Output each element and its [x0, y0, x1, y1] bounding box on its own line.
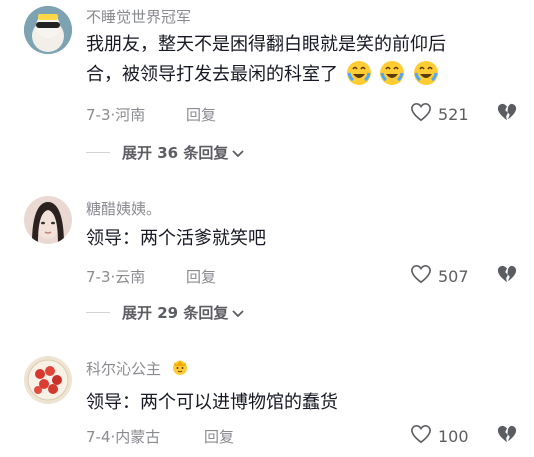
like-count: 100 [438, 426, 469, 446]
crown-icon [170, 356, 190, 380]
comment-text: 我朋友，整天不是困得翻白眼就是笑的前仰后 合，被领导打发去最闲的科室了 [86, 30, 506, 96]
heart-icon [410, 102, 432, 126]
username[interactable]: 不睡觉世界冠军 [86, 6, 191, 27]
comment-text: 领导：两个可以进博物馆的蠢货 [86, 392, 338, 413]
comment-meta: 7-3·云南 [86, 266, 145, 287]
broken-heart-icon [496, 265, 518, 288]
dislike-button[interactable] [496, 264, 518, 288]
avatar[interactable] [24, 6, 72, 54]
comment-text-line: 我朋友，整天不是困得翻白眼就是笑的前仰后 [86, 34, 446, 55]
comment-location: 河南 [115, 106, 146, 124]
expand-replies-button[interactable]: 展开 29 条回复 [86, 302, 244, 323]
username[interactable]: 糖醋姨姨。 [86, 198, 161, 219]
broken-heart-icon [496, 425, 518, 448]
reply-button[interactable]: 回复 [204, 426, 234, 447]
like-button[interactable]: 100 [410, 424, 469, 448]
username-text: 科尔沁公主 [86, 360, 162, 378]
comment-text-line-2: 合，被领导打发去最闲的科室了 [86, 64, 338, 85]
like-count: 521 [438, 104, 469, 124]
comment-meta: 7-3·河南 [86, 104, 145, 125]
like-count: 507 [438, 266, 469, 286]
expand-replies-button[interactable]: 展开 36 条回复 [86, 142, 244, 163]
expand-replies-label: 展开 29 条回复 [122, 304, 229, 322]
comment-location: 内蒙古 [115, 428, 161, 446]
expand-replies-label: 展开 36 条回复 [122, 144, 229, 162]
avatar[interactable] [24, 196, 72, 244]
dislike-button[interactable] [496, 102, 518, 126]
divider-line [86, 312, 110, 313]
comment-text-line: 合，被领导打发去最闲的科室了 [86, 60, 506, 96]
comment-date: 7-4 [86, 428, 111, 446]
chevron-down-icon [232, 144, 244, 162]
comment-text: 领导：两个活爹就笑吧 [86, 228, 266, 249]
reply-button[interactable]: 回复 [186, 266, 216, 287]
like-button[interactable]: 521 [410, 102, 469, 126]
avatar[interactable] [24, 356, 72, 404]
broken-heart-icon [496, 103, 518, 126]
comment-date: 7-3 [86, 106, 111, 124]
heart-icon [410, 424, 432, 448]
chevron-down-icon [232, 304, 244, 322]
divider-line [86, 152, 110, 153]
comment-location: 云南 [115, 268, 146, 286]
reply-button[interactable]: 回复 [186, 104, 216, 125]
heart-icon [410, 264, 432, 288]
username[interactable]: 科尔沁公主 [86, 356, 190, 380]
dislike-button[interactable] [496, 424, 518, 448]
comment-meta: 7-4·内蒙古 [86, 426, 160, 447]
like-button[interactable]: 507 [410, 264, 469, 288]
laughing-crying-emoji-icon [346, 60, 372, 96]
laughing-crying-emoji-icon [413, 60, 439, 96]
comment-date: 7-3 [86, 268, 111, 286]
laughing-crying-emoji-icon [379, 60, 405, 96]
